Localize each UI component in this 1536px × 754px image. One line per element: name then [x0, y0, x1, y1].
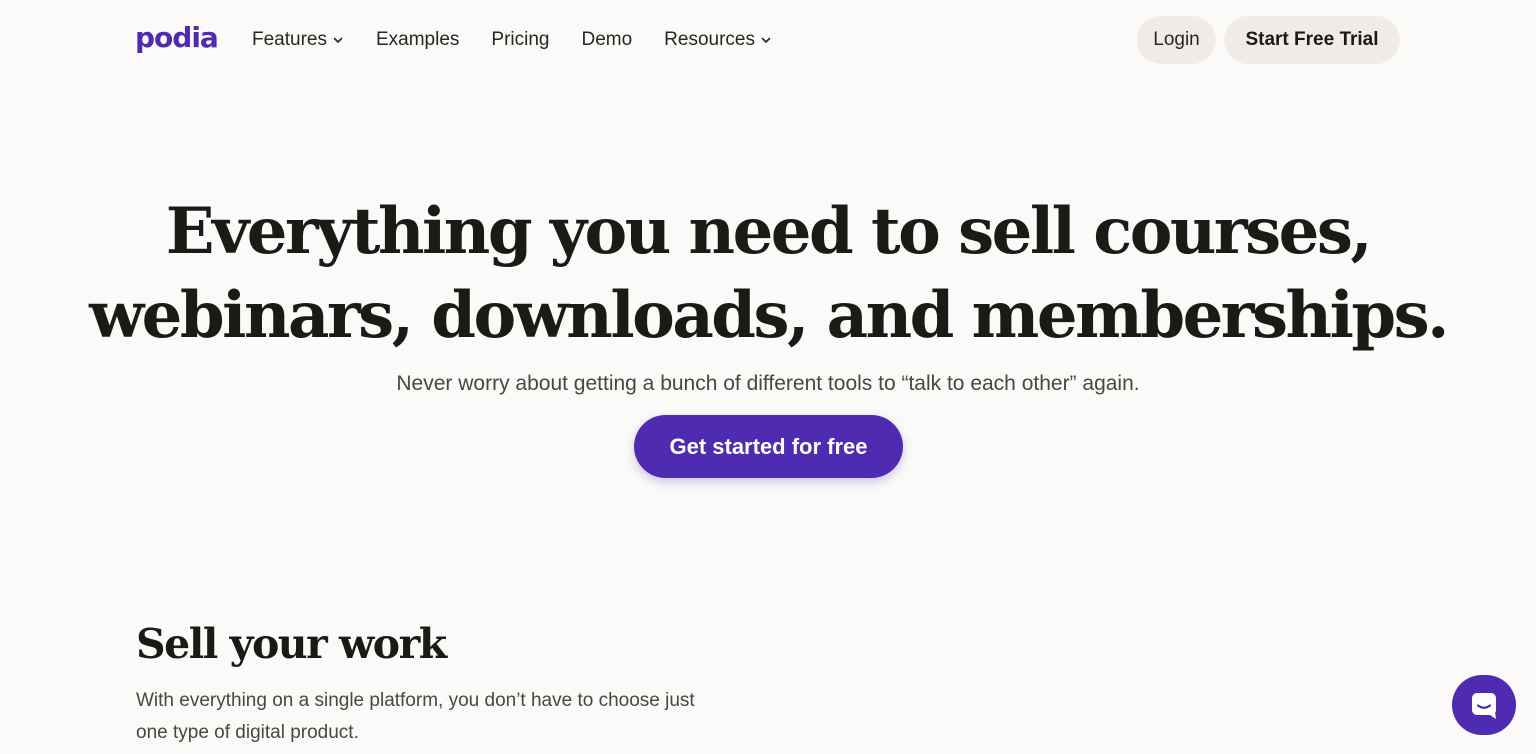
chevron-down-icon: [760, 34, 772, 46]
hero-subtitle: Never worry about getting a bunch of dif…: [396, 372, 1140, 395]
nav-link-label: Pricing: [491, 29, 550, 50]
nav-link-label: Resources: [664, 29, 755, 50]
nav-links: Features Examples Pricing Demo Resources: [252, 27, 804, 53]
chevron-down-icon: [332, 34, 344, 46]
get-started-button[interactable]: Get started for free: [634, 415, 903, 478]
start-free-trial-button[interactable]: Start Free Trial: [1224, 16, 1400, 64]
login-button[interactable]: Login: [1137, 16, 1216, 64]
nav-link-resources[interactable]: Resources: [664, 29, 772, 51]
nav-link-demo[interactable]: Demo: [581, 29, 632, 51]
podia-logo[interactable]: podia: [135, 20, 219, 56]
top-navigation: podia Features Examples Pricing Demo Res…: [0, 0, 1536, 80]
chat-launcher-button[interactable]: [1452, 675, 1516, 735]
nav-link-label: Demo: [581, 29, 633, 50]
nav-link-label: Features: [252, 29, 327, 50]
hero-title: Everything you need to sell courses, web…: [89, 194, 1449, 353]
nav-link-label: Examples: [375, 29, 460, 50]
section-title: Sell your work: [136, 620, 447, 668]
chat-icon: [1469, 690, 1499, 720]
nav-link-features[interactable]: Features: [252, 29, 344, 51]
section-description: With everything on a single platform, yo…: [136, 690, 695, 743]
nav-link-examples[interactable]: Examples: [376, 29, 459, 51]
nav-link-pricing[interactable]: Pricing: [491, 29, 549, 51]
